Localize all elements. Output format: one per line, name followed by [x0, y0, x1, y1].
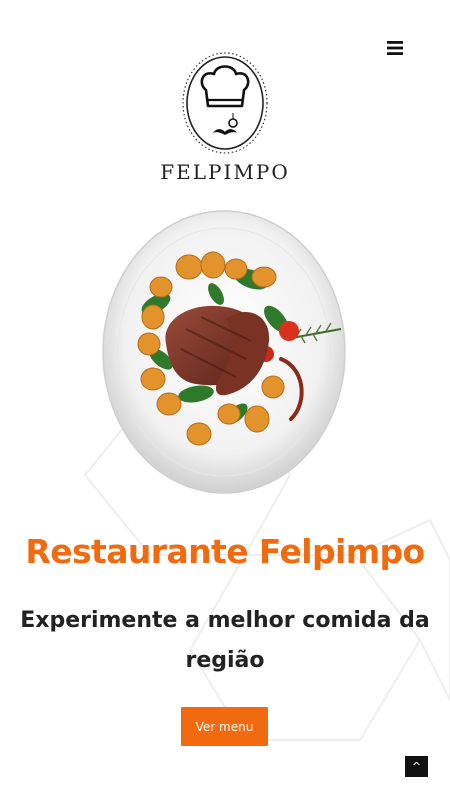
hero-subtitle: Experimente a melhor comida da região [20, 608, 430, 673]
hero-food-image [102, 210, 346, 494]
brand-name: FELPIMPO [160, 160, 290, 184]
scroll-to-top-button[interactable]: ^ [405, 756, 428, 777]
view-menu-button[interactable]: Ver menu [181, 707, 268, 746]
hamburger-icon [387, 41, 403, 55]
hero-title: Restaurante Felpimpo [25, 532, 425, 571]
chef-hat-mustache-icon[interactable] [170, 50, 280, 162]
menu-toggle-button[interactable] [380, 34, 410, 62]
